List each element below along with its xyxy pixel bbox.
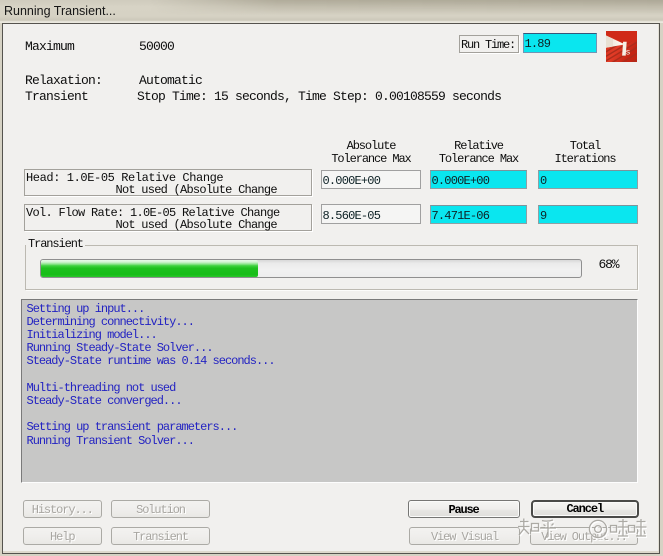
svg-text:s: s — [626, 46, 630, 56]
